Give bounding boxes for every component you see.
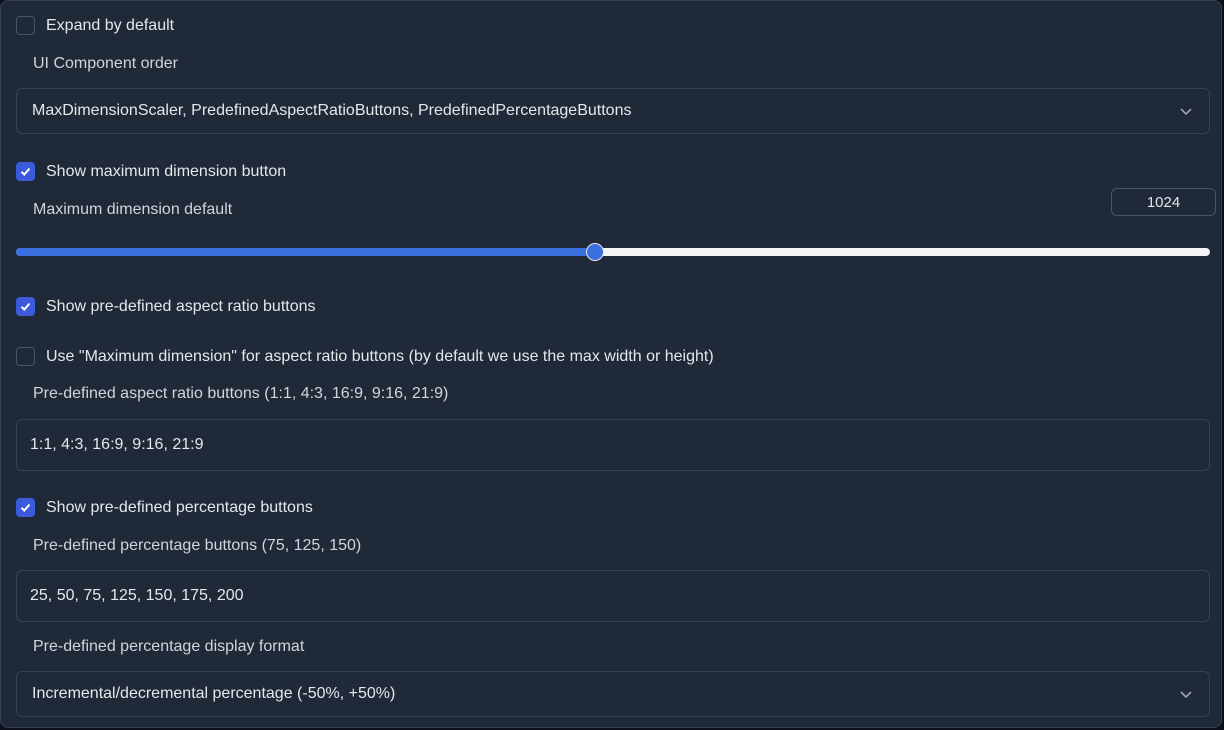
checkmark-icon <box>20 302 31 311</box>
show-max-dimension-checkbox[interactable] <box>16 162 35 181</box>
show-aspect-ratio-label: Show pre-defined aspect ratio buttons <box>46 297 316 315</box>
expand-by-default-row[interactable]: Expand by default <box>16 16 174 35</box>
percentage-buttons-input[interactable]: 25, 50, 75, 125, 150, 175, 200 <box>16 570 1210 622</box>
expand-by-default-checkbox[interactable] <box>16 16 35 35</box>
settings-panel: Expand by default UI Component order Max… <box>0 0 1222 728</box>
show-max-dimension-label: Show maximum dimension button <box>46 162 287 180</box>
use-max-dimension-row[interactable]: Use "Maximum dimension" for aspect ratio… <box>16 347 714 366</box>
ui-component-order-label: UI Component order <box>33 55 178 72</box>
show-percentage-row[interactable]: Show pre-defined percentage buttons <box>16 498 313 517</box>
max-dimension-default-label: Maximum dimension default <box>33 201 233 218</box>
show-percentage-label: Show pre-defined percentage buttons <box>46 498 313 516</box>
max-dimension-number-input[interactable]: 1024 <box>1111 188 1216 216</box>
percentage-format-dropdown[interactable]: Incremental/decremental percentage (-50%… <box>16 671 1210 717</box>
expand-by-default-label: Expand by default <box>46 16 175 34</box>
ui-component-order-dropdown[interactable]: MaxDimensionScaler, PredefinedAspectRati… <box>16 88 1210 134</box>
aspect-ratio-buttons-label: Pre-defined aspect ratio buttons (1:1, 4… <box>33 385 449 402</box>
checkmark-icon <box>20 167 31 176</box>
slider-fill <box>16 248 595 256</box>
percentage-buttons-label: Pre-defined percentage buttons (75, 125,… <box>33 537 362 554</box>
chevron-down-icon <box>1180 108 1192 116</box>
ui-component-order-value: MaxDimensionScaler, PredefinedAspectRati… <box>32 102 632 119</box>
slider-thumb[interactable] <box>586 243 604 261</box>
show-max-dimension-row[interactable]: Show maximum dimension button <box>16 162 286 181</box>
aspect-ratio-buttons-input[interactable]: 1:1, 4:3, 16:9, 9:16, 21:9 <box>16 419 1210 471</box>
max-dimension-slider[interactable] <box>16 243 1210 261</box>
chevron-down-icon <box>1180 691 1192 699</box>
percentage-format-label: Pre-defined percentage display format <box>33 638 305 655</box>
checkmark-icon <box>20 503 31 512</box>
show-aspect-ratio-row[interactable]: Show pre-defined aspect ratio buttons <box>16 297 316 316</box>
use-max-dimension-checkbox[interactable] <box>16 347 35 366</box>
show-percentage-checkbox[interactable] <box>16 498 35 517</box>
show-aspect-ratio-checkbox[interactable] <box>16 297 35 316</box>
use-max-dimension-label: Use "Maximum dimension" for aspect ratio… <box>46 347 714 365</box>
percentage-format-value: Incremental/decremental percentage (-50%… <box>32 685 396 702</box>
